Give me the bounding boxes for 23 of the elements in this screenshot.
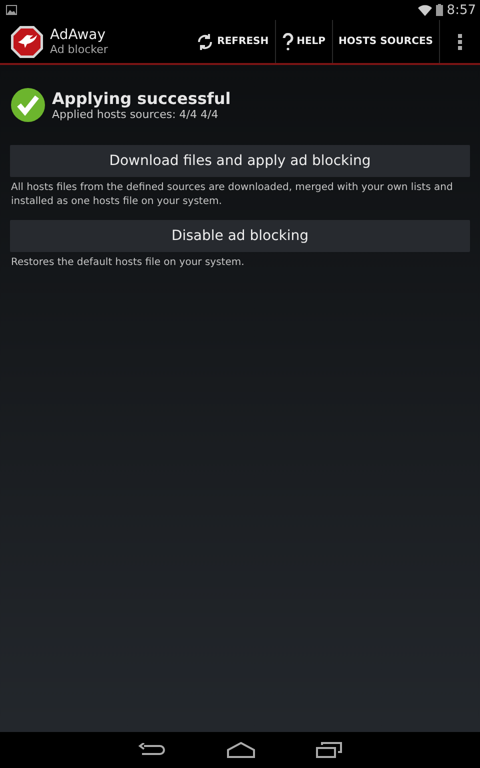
- overflow-menu-icon: [458, 34, 462, 50]
- action-button[interactable]: REFRESH: [190, 20, 276, 63]
- wifi-icon: [418, 4, 432, 16]
- app-logo-icon: [10, 24, 44, 58]
- battery-icon: [436, 4, 443, 16]
- success-check-icon: [10, 87, 46, 123]
- command-button[interactable]: Disable ad blocking: [10, 220, 470, 252]
- status-detail: Applied hosts sources: 4/4 4/4: [52, 108, 220, 121]
- action-button[interactable]: HELP: [276, 20, 333, 63]
- app-subtitle: Ad blocker: [50, 42, 109, 56]
- command-description: Restores the default hosts file on your system.: [11, 256, 246, 270]
- clock-time: 8:57: [446, 2, 476, 18]
- status-title: Applying successful: [52, 89, 231, 108]
- recent-apps-icon[interactable]: [316, 742, 342, 758]
- back-icon[interactable]: [138, 743, 166, 757]
- image-icon: [6, 5, 17, 15]
- home-icon[interactable]: [226, 742, 256, 758]
- refresh-icon: [196, 32, 214, 50]
- command-button[interactable]: Download files and apply ad blocking: [10, 145, 470, 177]
- action-button[interactable]: HOSTS SOURCES: [332, 20, 440, 63]
- app-title: AdAway: [50, 26, 107, 42]
- help-icon: [282, 32, 294, 50]
- command-description: All hosts files from the defined sources are downloaded, merged with your own lists and installed as one hosts file on your system.: [11, 181, 454, 209]
